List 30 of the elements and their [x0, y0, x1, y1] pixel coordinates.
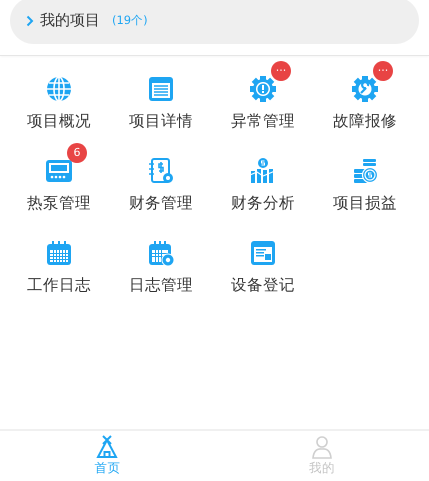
menu-label[interactable]: 工作日志 — [27, 275, 91, 296]
menu-label[interactable]: 热泵管理 — [27, 193, 91, 214]
form-window-icon[interactable] — [249, 239, 277, 267]
ledger-dollar-icon[interactable] — [147, 157, 175, 185]
count-badge: ··· — [373, 61, 393, 81]
project-count: (19个) — [112, 13, 148, 28]
window-list-icon[interactable] — [147, 75, 175, 103]
project-title: 我的项目 — [40, 11, 100, 30]
menu-label[interactable]: 项目损益 — [333, 193, 397, 214]
project-selector[interactable]: 我的项目 (19个) — [10, 0, 419, 44]
count-badge: 6 — [67, 143, 87, 163]
chevron-icon — [26, 14, 34, 26]
menu-label[interactable]: 财务管理 — [129, 193, 193, 214]
menu-label[interactable]: 异常管理 — [231, 111, 295, 132]
menu-label[interactable]: 故障报修 — [333, 111, 397, 132]
coin-stack-icon[interactable] — [351, 157, 379, 185]
calendar-icon[interactable] — [45, 239, 73, 267]
globe-icon[interactable] — [45, 75, 73, 103]
tent-icon — [96, 435, 118, 459]
device-panel-icon[interactable] — [45, 157, 73, 185]
menu-label[interactable]: 日志管理 — [129, 275, 193, 296]
person-icon — [310, 435, 333, 459]
menu-label[interactable]: 设备登记 — [231, 275, 295, 296]
count-badge: ··· — [271, 61, 291, 81]
menu-label[interactable]: 项目概况 — [27, 111, 91, 132]
gear-wrench-icon[interactable] — [351, 75, 379, 103]
gear-warning-icon[interactable] — [249, 75, 277, 103]
calendar-gear-icon[interactable] — [147, 239, 175, 267]
menu-label[interactable]: 项目详情 — [129, 111, 193, 132]
menu-label[interactable]: 财务分析 — [231, 193, 295, 214]
